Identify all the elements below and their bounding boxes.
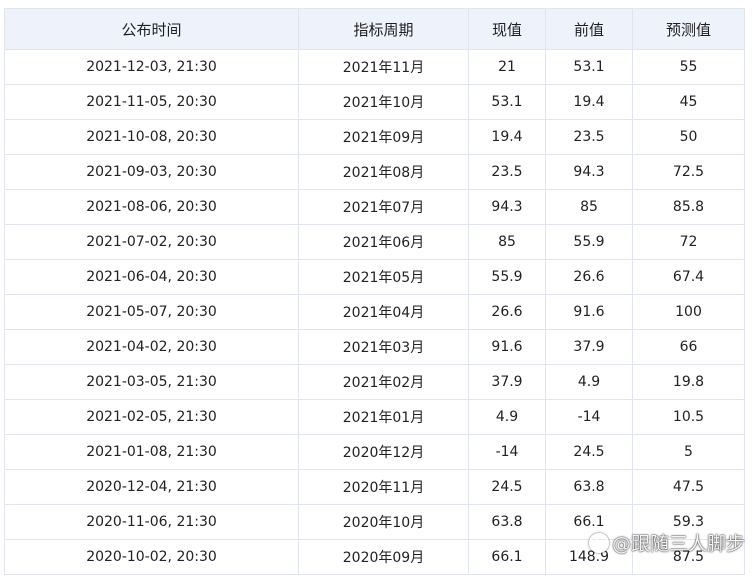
cell-forecast-value: 10.5 [632, 399, 745, 435]
cell-actual-value: 94.3 [468, 189, 546, 225]
cell-forecast-value: 66 [632, 329, 745, 365]
cell-actual-value: 19.4 [468, 119, 546, 155]
cell-previous-value: 24.5 [545, 434, 633, 470]
cell-forecast-value: 50 [632, 119, 745, 155]
cell-indicator-period: 2020年12月 [298, 434, 469, 470]
cell-previous-value: 37.9 [545, 329, 633, 365]
cell-release-time: 2020-11-06, 21:30 [4, 504, 299, 540]
cell-release-time: 2020-10-02, 20:30 [4, 539, 299, 575]
cell-indicator-period: 2021年10月 [298, 84, 469, 120]
table-row: 2021-10-08, 20:30 2021年09月 19.4 23.5 50 [4, 119, 745, 155]
cell-release-time: 2021-01-08, 21:30 [4, 434, 299, 470]
cell-release-time: 2021-10-08, 20:30 [4, 119, 299, 155]
cell-forecast-value: 47.5 [632, 469, 745, 505]
table-row: 2020-10-02, 20:30 2020年09月 66.1 148.9 87.5 [4, 539, 745, 575]
cell-indicator-period: 2021年04月 [298, 294, 469, 330]
table-row: 2021-05-07, 20:30 2021年04月 26.6 91.6 100 [4, 294, 745, 330]
cell-actual-value: 26.6 [468, 294, 546, 330]
cell-previous-value: 4.9 [545, 364, 633, 400]
header-release-time: 公布时间 [4, 8, 299, 50]
cell-previous-value: 53.1 [545, 49, 633, 85]
cell-previous-value: 148.9 [545, 539, 633, 575]
cell-actual-value: -14 [468, 434, 546, 470]
cell-previous-value: 23.5 [545, 119, 633, 155]
cell-forecast-value: 85.8 [632, 189, 745, 225]
cell-previous-value: 26.6 [545, 259, 633, 295]
cell-release-time: 2021-02-05, 21:30 [4, 399, 299, 435]
table-row: 2020-12-04, 21:30 2020年11月 24.5 63.8 47.5 [4, 469, 745, 505]
cell-forecast-value: 67.4 [632, 259, 745, 295]
cell-indicator-period: 2021年02月 [298, 364, 469, 400]
cell-release-time: 2021-09-03, 20:30 [4, 154, 299, 190]
cell-previous-value: 94.3 [545, 154, 633, 190]
page: 公布时间 指标周期 现值 前值 预测值 2021-12-03, 21:30 202… [0, 0, 753, 580]
cell-forecast-value: 87.5 [632, 539, 745, 575]
cell-actual-value: 66.1 [468, 539, 546, 575]
cell-actual-value: 4.9 [468, 399, 546, 435]
economic-data-table: 公布时间 指标周期 现值 前值 预测值 2021-12-03, 21:30 202… [4, 8, 745, 575]
cell-forecast-value: 5 [632, 434, 745, 470]
table-row: 2021-03-05, 21:30 2021年02月 37.9 4.9 19.8 [4, 364, 745, 400]
table-row: 2020-11-06, 21:30 2020年10月 63.8 66.1 59.3 [4, 504, 745, 540]
cell-actual-value: 63.8 [468, 504, 546, 540]
cell-release-time: 2021-11-05, 20:30 [4, 84, 299, 120]
cell-previous-value: -14 [545, 399, 633, 435]
cell-indicator-period: 2021年09月 [298, 119, 469, 155]
cell-actual-value: 53.1 [468, 84, 546, 120]
header-forecast-value: 预测值 [632, 8, 745, 50]
table-row: 2021-11-05, 20:30 2021年10月 53.1 19.4 45 [4, 84, 745, 120]
cell-actual-value: 85 [468, 224, 546, 260]
table-row: 2021-09-03, 20:30 2021年08月 23.5 94.3 72.5 [4, 154, 745, 190]
cell-previous-value: 91.6 [545, 294, 633, 330]
cell-release-time: 2021-07-02, 20:30 [4, 224, 299, 260]
cell-actual-value: 21 [468, 49, 546, 85]
table-row: 2021-08-06, 20:30 2021年07月 94.3 85 85.8 [4, 189, 745, 225]
table-body: 2021-12-03, 21:30 2021年11月 21 53.1 55 2021-11… [4, 49, 745, 575]
header-actual-value: 现值 [468, 8, 546, 50]
cell-previous-value: 66.1 [545, 504, 633, 540]
table-row: 2021-04-02, 20:30 2021年03月 91.6 37.9 66 [4, 329, 745, 365]
table-row: 2021-01-08, 21:30 2020年12月 -14 24.5 5 [4, 434, 745, 470]
cell-forecast-value: 59.3 [632, 504, 745, 540]
cell-release-time: 2021-04-02, 20:30 [4, 329, 299, 365]
cell-indicator-period: 2021年08月 [298, 154, 469, 190]
cell-release-time: 2020-12-04, 21:30 [4, 469, 299, 505]
cell-previous-value: 63.8 [545, 469, 633, 505]
cell-indicator-period: 2020年11月 [298, 469, 469, 505]
cell-actual-value: 37.9 [468, 364, 546, 400]
cell-release-time: 2021-12-03, 21:30 [4, 49, 299, 85]
table-row: 2021-07-02, 20:30 2021年06月 85 55.9 72 [4, 224, 745, 260]
cell-forecast-value: 19.8 [632, 364, 745, 400]
cell-forecast-value: 100 [632, 294, 745, 330]
cell-actual-value: 23.5 [468, 154, 546, 190]
header-indicator-period: 指标周期 [298, 8, 469, 50]
cell-indicator-period: 2021年01月 [298, 399, 469, 435]
cell-indicator-period: 2021年05月 [298, 259, 469, 295]
cell-forecast-value: 72.5 [632, 154, 745, 190]
cell-indicator-period: 2021年06月 [298, 224, 469, 260]
cell-forecast-value: 72 [632, 224, 745, 260]
cell-actual-value: 91.6 [468, 329, 546, 365]
cell-release-time: 2021-06-04, 20:30 [4, 259, 299, 295]
cell-indicator-period: 2021年07月 [298, 189, 469, 225]
cell-release-time: 2021-08-06, 20:30 [4, 189, 299, 225]
cell-release-time: 2021-05-07, 20:30 [4, 294, 299, 330]
cell-previous-value: 85 [545, 189, 633, 225]
cell-indicator-period: 2021年11月 [298, 49, 469, 85]
cell-actual-value: 24.5 [468, 469, 546, 505]
cell-release-time: 2021-03-05, 21:30 [4, 364, 299, 400]
cell-indicator-period: 2020年10月 [298, 504, 469, 540]
cell-previous-value: 55.9 [545, 224, 633, 260]
cell-previous-value: 19.4 [545, 84, 633, 120]
cell-actual-value: 55.9 [468, 259, 546, 295]
cell-forecast-value: 45 [632, 84, 745, 120]
cell-forecast-value: 55 [632, 49, 745, 85]
table-row: 2021-12-03, 21:30 2021年11月 21 53.1 55 [4, 49, 745, 85]
header-previous-value: 前值 [545, 8, 633, 50]
table-row: 2021-06-04, 20:30 2021年05月 55.9 26.6 67.4 [4, 259, 745, 295]
cell-indicator-period: 2021年03月 [298, 329, 469, 365]
table-row: 2021-02-05, 21:30 2021年01月 4.9 -14 10.5 [4, 399, 745, 435]
table-header-row: 公布时间 指标周期 现值 前值 预测值 [4, 8, 745, 50]
cell-indicator-period: 2020年09月 [298, 539, 469, 575]
